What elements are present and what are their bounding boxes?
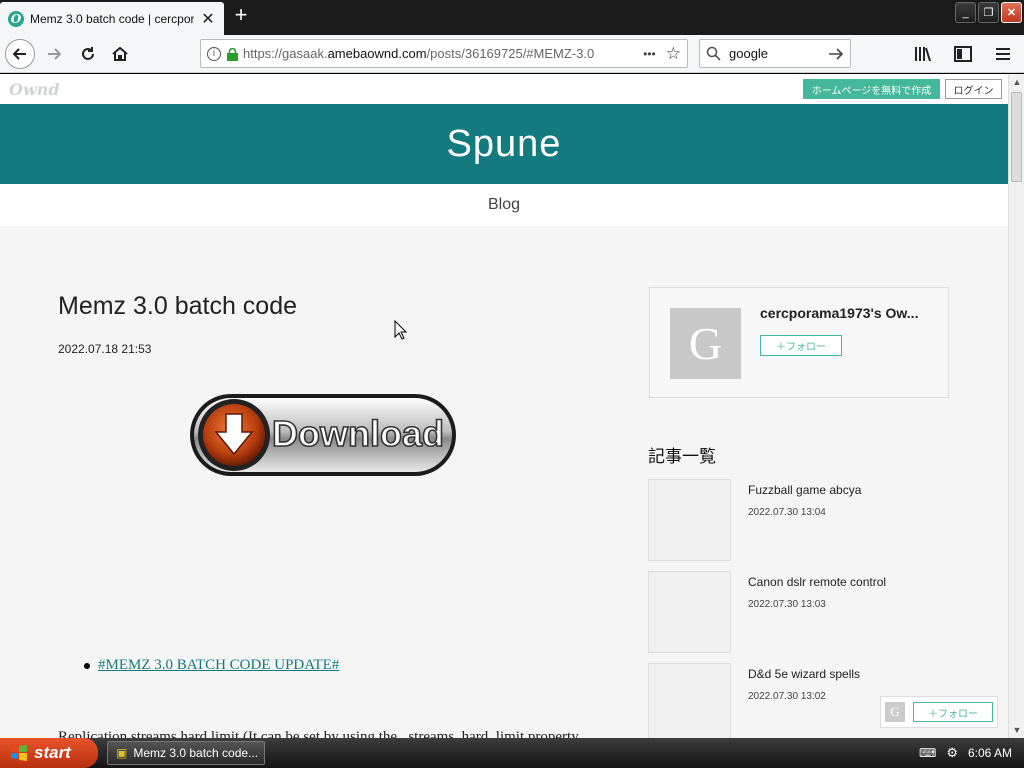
scrollbar-thumb[interactable] — [1011, 92, 1022, 182]
close-tab-icon[interactable]: ✕ — [200, 9, 216, 29]
forward-arrow-icon — [48, 47, 62, 60]
browser-titlebar: O Memz 3.0 batch code | cercporama1973's… — [0, 0, 1024, 35]
ownd-logo[interactable]: Ownd — [9, 80, 60, 99]
scroll-down-arrow-icon[interactable]: ▼ — [1009, 722, 1024, 738]
profile-name[interactable]: cercporama1973's Ow... — [760, 305, 918, 321]
follow-button[interactable]: ＋フォロー — [760, 335, 842, 356]
article-date: 2022.07.18 21:53 — [58, 342, 152, 356]
ownd-favicon-icon: O — [8, 10, 24, 27]
browser-navbar: i https://gasaak.amebaownd.com/posts/361… — [0, 35, 1024, 73]
home-button[interactable] — [105, 39, 135, 69]
toolbar-right — [908, 39, 1018, 69]
taskbar-item-label: Memz 3.0 batch code... — [133, 746, 259, 760]
info-icon[interactable]: i — [207, 46, 221, 61]
minimize-button[interactable]: _ — [955, 2, 976, 23]
site-title[interactable]: Spune — [447, 123, 562, 166]
list-item: #MEMZ 3.0 BATCH CODE UPDATE# — [84, 657, 339, 674]
post-title[interactable]: D&d 5e wizard spells — [748, 667, 860, 681]
post-date: 2022.07.30 13:02 — [748, 691, 826, 702]
article-title: Memz 3.0 batch code — [58, 292, 298, 320]
window-controls: _ ❐ ✕ — [955, 2, 1022, 23]
article-body-text: Replication streams hard limit (It can b… — [58, 729, 579, 738]
download-button-graphic: Download — [190, 394, 456, 476]
create-homepage-button[interactable]: ホームページを無料で作成 — [803, 79, 940, 99]
post-thumbnail[interactable] — [648, 479, 731, 561]
reload-button[interactable] — [73, 39, 103, 69]
windows-logo-icon — [11, 745, 27, 761]
post-title[interactable]: Canon dslr remote control — [748, 575, 886, 589]
back-arrow-icon — [12, 47, 26, 60]
page-scrollbar[interactable]: ▲ ▼ — [1008, 74, 1024, 738]
start-label: start — [34, 743, 71, 762]
site-header: Spune — [0, 104, 1008, 184]
download-label: Download — [272, 413, 444, 454]
back-button[interactable] — [5, 38, 35, 69]
avatar[interactable]: G — [670, 308, 741, 379]
home-icon — [112, 46, 128, 61]
new-tab-button[interactable]: + — [230, 4, 252, 27]
address-bar[interactable]: i https://gasaak.amebaownd.com/posts/361… — [200, 39, 688, 68]
hamburger-menu-icon — [996, 48, 1010, 60]
sidebar-icon — [954, 46, 972, 62]
browser-tab-active[interactable]: O Memz 3.0 batch code | cercporama1973's… — [0, 2, 224, 35]
browser-window-icon: ▣ — [116, 746, 128, 760]
page-actions-icon[interactable]: ••• — [643, 47, 656, 61]
article-list-heading: 記事一覧 — [648, 447, 716, 466]
post-date: 2022.07.30 13:03 — [748, 599, 826, 610]
floating-follow-button[interactable]: ＋フォロー — [913, 702, 993, 722]
post-thumbnail[interactable] — [648, 663, 731, 738]
taskbar-item-browser[interactable]: ▣ Memz 3.0 batch code... — [107, 741, 265, 765]
reload-icon — [82, 46, 94, 60]
bookmark-star-icon[interactable]: ☆ — [666, 44, 681, 64]
restore-button[interactable]: ❐ — [978, 2, 999, 23]
search-go-icon[interactable] — [828, 47, 844, 61]
menu-button[interactable] — [988, 39, 1018, 69]
sidebar-toggle-button[interactable] — [948, 39, 978, 69]
memz-update-link[interactable]: #MEMZ 3.0 BATCH CODE UPDATE# — [98, 657, 339, 673]
tab-title: Memz 3.0 batch code | cercporama1973's O… — [30, 11, 194, 26]
search-icon — [706, 46, 721, 61]
scroll-up-arrow-icon[interactable]: ▲ — [1009, 74, 1024, 90]
keyboard-icon[interactable]: ⌨ — [919, 746, 936, 760]
forward-button[interactable] — [39, 39, 69, 69]
list-item[interactable]: Canon dslr remote control 2022.07.30 13:… — [648, 571, 948, 653]
network-icon[interactable]: ⚙ — [946, 745, 958, 761]
nav-item-blog[interactable]: Blog — [488, 196, 520, 214]
start-button[interactable]: start — [0, 738, 98, 768]
windows-taskbar: start ▣ Memz 3.0 batch code... ⌨ ⚙ 6:06 … — [0, 738, 1024, 768]
page-viewport: Ownd ホームページを無料で作成 ログイン Spune Blog Memz 3… — [0, 74, 1008, 738]
close-window-button[interactable]: ✕ — [1001, 2, 1022, 23]
library-icon — [915, 47, 931, 62]
list-item[interactable]: Fuzzball game abcya 2022.07.30 13:04 — [648, 479, 948, 561]
site-nav: Blog — [0, 184, 1008, 226]
login-button[interactable]: ログイン — [945, 79, 1002, 99]
post-date: 2022.07.30 13:04 — [748, 507, 826, 518]
clock[interactable]: 6:06 AM — [968, 746, 1012, 760]
profile-card: G cercporama1973's Ow... ＋フォロー — [649, 287, 949, 398]
post-title[interactable]: Fuzzball game abcya — [748, 483, 861, 497]
search-bar[interactable]: google — [699, 39, 851, 68]
search-input[interactable]: google — [729, 46, 768, 61]
floating-follow-bar: G ＋フォロー — [880, 696, 998, 728]
bullet-dot — [84, 662, 90, 669]
system-tray: ⌨ ⚙ 6:06 AM — [884, 738, 1024, 768]
ownd-top-bar: Ownd ホームページを無料で作成 ログイン — [0, 74, 1008, 104]
avatar[interactable]: G — [885, 702, 905, 722]
lock-icon — [227, 47, 238, 61]
library-button[interactable] — [908, 39, 938, 69]
url-text: https://gasaak.amebaownd.com/posts/36169… — [243, 46, 595, 61]
download-banner-image[interactable]: Download — [188, 390, 458, 480]
mouse-cursor-icon — [394, 320, 408, 340]
post-thumbnail[interactable] — [648, 571, 731, 653]
